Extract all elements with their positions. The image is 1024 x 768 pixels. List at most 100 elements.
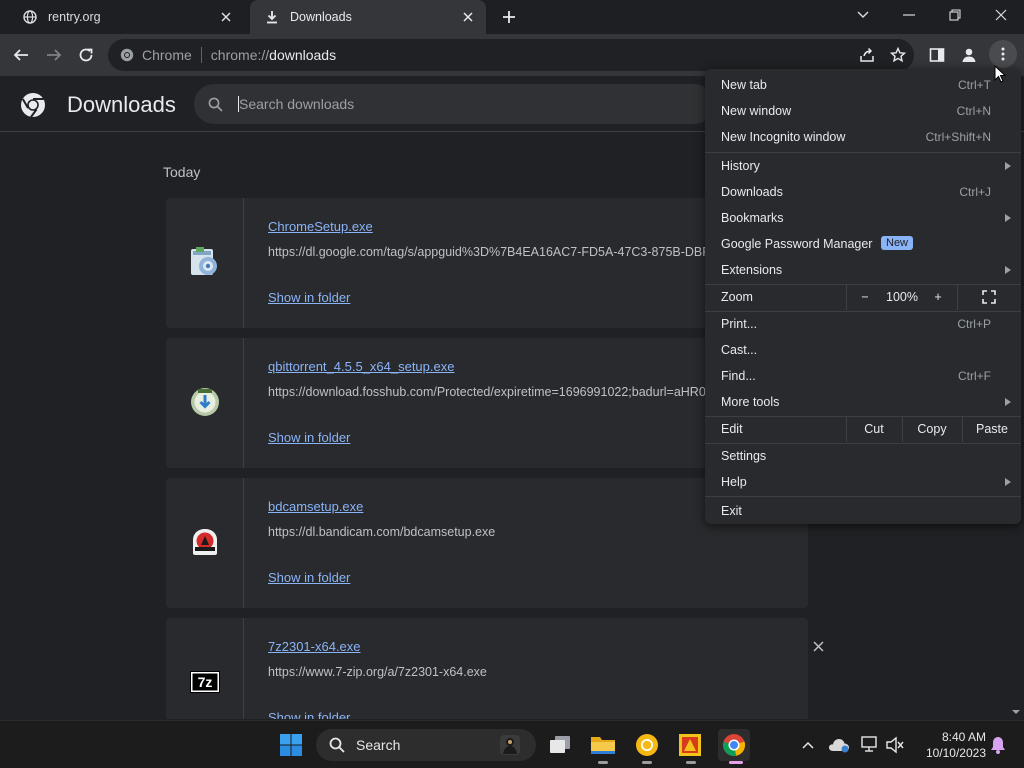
task-view-icon[interactable] (544, 729, 576, 761)
close-tab-icon[interactable] (458, 7, 478, 27)
menu-item-cast[interactable]: Cast... (705, 337, 1021, 363)
file-name-link[interactable]: qbittorrent_4.5.5_x64_setup.exe (268, 359, 454, 374)
fullscreen-icon[interactable] (977, 284, 1001, 310)
side-panel-icon[interactable] (926, 44, 948, 66)
cut-button[interactable]: Cut (847, 416, 901, 442)
restore-icon[interactable] (933, 0, 977, 30)
menu-item-downloads[interactable]: Downloads Ctrl+J (705, 179, 1021, 205)
menu-item-new-window[interactable]: New window Ctrl+N (705, 98, 1021, 124)
menu-item-find[interactable]: Find... Ctrl+F (705, 363, 1021, 389)
tab-rentry[interactable]: rentry.org (8, 0, 244, 34)
menu-item-print[interactable]: Print... Ctrl+P (705, 311, 1021, 337)
clock-time: 8:40 AM (941, 730, 986, 744)
menu-shortcut: Ctrl+F (958, 369, 991, 383)
system-clock[interactable]: 8:40 AM 10/10/2023 (912, 729, 986, 761)
active-indicator (729, 761, 743, 764)
file-source-url: https://dl.bandicam.com/bdcamsetup.exe (268, 525, 496, 539)
globe-icon (22, 9, 38, 25)
menu-label: Help (721, 475, 747, 489)
search-highlight-icon (496, 733, 524, 760)
reload-icon[interactable] (73, 42, 99, 68)
tab-search-chevron-icon[interactable] (841, 0, 885, 30)
show-in-folder-link[interactable]: Show in folder (268, 430, 350, 445)
taskbar-search-label: Search (356, 737, 401, 753)
copy-button[interactable]: Copy (903, 416, 961, 442)
omnibox-divider (200, 47, 202, 63)
submenu-arrow-icon (1005, 398, 1011, 406)
menu-label: History (721, 159, 760, 173)
omnibox-chip: Chrome (142, 47, 192, 63)
address-bar[interactable]: Chrome chrome:// downloads (108, 39, 914, 71)
menu-shortcut: Ctrl+P (957, 317, 991, 331)
remove-from-list-icon[interactable] (808, 636, 828, 656)
menu-item-zoom: Zoom − 100% + (705, 284, 1021, 310)
menu-item-new-incognito-window[interactable]: New Incognito window Ctrl+Shift+N (705, 124, 1021, 150)
taskbar-search[interactable]: Search (316, 729, 536, 761)
show-in-folder-link[interactable]: Show in folder (268, 570, 350, 585)
file-icon-cell (166, 478, 244, 608)
forward-arrow-icon[interactable] (41, 42, 67, 68)
menu-label: Exit (721, 504, 742, 518)
file-icon-cell (166, 338, 244, 468)
search-box[interactable] (194, 84, 714, 124)
zoom-in-button[interactable]: + (926, 284, 950, 310)
show-hidden-icons-chevron-icon[interactable] (792, 729, 824, 761)
file-icon-cell (166, 198, 244, 328)
share-icon[interactable] (858, 46, 876, 64)
menu-item-password-manager[interactable]: Google Password Manager New (705, 231, 1021, 257)
paste-button[interactable]: Paste (963, 416, 1021, 442)
menu-label: Google Password Manager (721, 237, 873, 251)
chrome-canary-icon[interactable] (631, 729, 663, 761)
menu-item-new-tab[interactable]: New tab Ctrl+T (705, 72, 1021, 98)
menu-label: Print... (721, 317, 758, 331)
profile-icon[interactable] (958, 44, 980, 66)
file-explorer-icon[interactable] (587, 729, 619, 761)
start-button[interactable] (275, 729, 307, 761)
running-indicator (686, 761, 696, 764)
minimize-icon[interactable] (887, 0, 931, 30)
new-tab-button[interactable] (498, 6, 520, 28)
bandicam-icon (189, 526, 221, 561)
zoom-out-button[interactable]: − (853, 284, 877, 310)
menu-shortcut: Ctrl+N (956, 104, 991, 118)
close-window-icon[interactable] (979, 0, 1023, 30)
scroll-down-arrow-icon[interactable] (1011, 707, 1021, 717)
notification-bell-icon[interactable] (982, 729, 1014, 761)
menu-label: Find... (721, 369, 756, 383)
show-in-folder-link[interactable]: Show in folder (268, 710, 350, 719)
close-tab-icon[interactable] (216, 7, 236, 27)
back-arrow-icon[interactable] (8, 42, 34, 68)
menu-item-settings[interactable]: Settings (705, 443, 1021, 469)
submenu-arrow-icon (1005, 266, 1011, 274)
menu-item-more-tools[interactable]: More tools (705, 389, 1021, 415)
file-name-link[interactable]: 7z2301-x64.exe (268, 639, 361, 654)
file-name-link[interactable]: bdcamsetup.exe (268, 499, 363, 514)
volume-muted-icon[interactable] (879, 729, 911, 761)
menu-item-edit: Edit Cut Copy Paste (705, 416, 1021, 442)
chrome-taskbar-icon[interactable] (718, 729, 750, 761)
menu-item-history[interactable]: History (705, 153, 1021, 179)
page-title: Downloads (67, 92, 176, 117)
download-item: 7z 7z2301-x64.exe https://www.7-zip.org/… (166, 618, 824, 719)
menu-item-extensions[interactable]: Extensions (705, 257, 1021, 283)
filmora-icon[interactable] (674, 729, 706, 761)
menu-item-exit[interactable]: Exit (705, 498, 1021, 524)
download-icon (264, 9, 280, 25)
chrome-logo-icon (20, 92, 46, 118)
show-in-folder-link[interactable]: Show in folder (268, 290, 350, 305)
running-indicator (642, 761, 652, 764)
menu-label: Settings (721, 449, 767, 463)
menu-item-help[interactable]: Help (705, 469, 1021, 495)
menu-item-bookmarks[interactable]: Bookmarks (705, 205, 1021, 231)
tab-downloads[interactable]: Downloads (250, 0, 486, 34)
svg-text:7z: 7z (197, 674, 212, 690)
bookmark-star-icon[interactable] (889, 46, 907, 64)
chrome-menu-button[interactable] (989, 40, 1017, 68)
tab-strip: rentry.org Downloads (0, 0, 1024, 34)
onedrive-icon[interactable] (823, 729, 855, 761)
menu-shortcut: Ctrl+Shift+N (925, 130, 991, 144)
menu-label: Downloads (721, 185, 783, 199)
file-name-link[interactable]: ChromeSetup.exe (268, 219, 373, 234)
url-host: downloads (269, 47, 337, 63)
search-input[interactable] (239, 96, 679, 112)
